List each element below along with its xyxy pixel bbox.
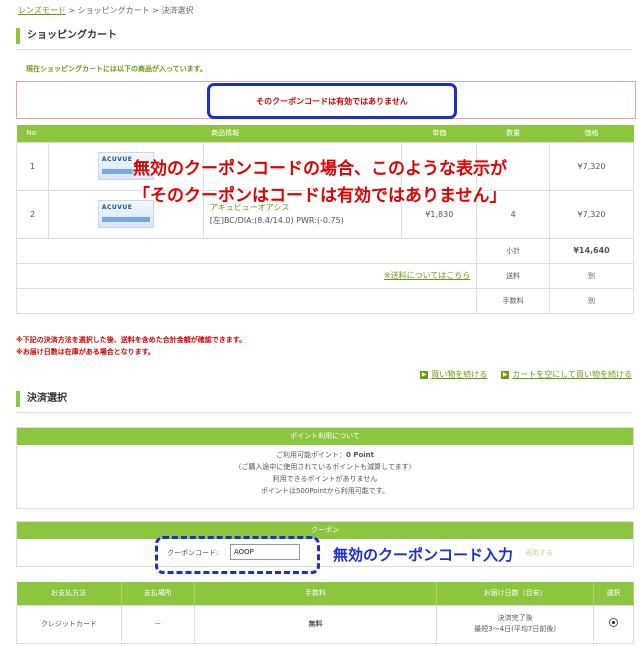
item-price: ¥7,320 [549, 141, 634, 191]
cart-table: No 商品情報 単価 数量 価格 1 ACUVUE ¥7,320 2 ACUVU… [15, 125, 634, 314]
title-divider [16, 49, 632, 50]
col-no: No [16, 125, 49, 142]
delivery-line: 最短3～4日(平均7日前後) [474, 625, 557, 633]
coupon-header: クーポン [17, 522, 633, 539]
error-message: そのクーポンコードは有効ではありません [207, 83, 457, 119]
points-available-label: ご利用可能ポイント： [276, 451, 346, 459]
empty-cart-link[interactable]: カートを空にして買い物を続ける [512, 369, 632, 380]
payment-radio[interactable] [609, 617, 619, 627]
col-method: お支払方法 [16, 582, 122, 605]
shipping-row: ※送料についてはこちら 送料 別 [15, 262, 634, 289]
points-note: （ご購入途中に使用されているポイントも減算してます） [234, 463, 416, 471]
points-header: ポイント利用について [17, 428, 633, 445]
points-note: 利用できるポイントがありません [272, 475, 378, 483]
breadcrumb: レンズモード > ショッピングカート > 決済選択 [18, 5, 193, 16]
breadcrumb-home[interactable]: レンズモード [18, 6, 66, 15]
payment-fee: 無料 [193, 604, 438, 644]
cart-header-row: No 商品情報 単価 数量 価格 [16, 125, 634, 142]
shipping-info-link[interactable]: ※送料についてはこちら [384, 271, 470, 280]
coupon-panel: クーポン クーポンコード: AOOP 適用する [16, 521, 634, 567]
item-price: ¥7,320 [549, 189, 634, 239]
breadcrumb-cart: ショッピングカート [77, 6, 150, 15]
payment-method-table: お支払方法 支払場所 手数料 お届け日数（目安） 選択 クレジットカード － 無… [16, 582, 634, 644]
subtotal-value: ¥14,640 [549, 237, 634, 264]
breadcrumb-separator: > [68, 6, 76, 15]
shipping-value: 別 [549, 262, 634, 289]
col-fee: 手数料 [194, 582, 438, 605]
fee-value: 別 [549, 287, 634, 314]
arrow-right-icon: ▶ [420, 370, 429, 379]
points-panel: ポイント利用について ご利用可能ポイント：0 Point （ご購入途中に使用され… [16, 427, 634, 509]
col-price: 価格 [549, 125, 634, 142]
col-select: 選択 [593, 582, 634, 605]
note-line: ※お届け日数は在庫がある場合となります。 [16, 348, 155, 356]
col-unit-price: 単価 [401, 125, 477, 142]
points-note: ポイントは500Pointから利用可能です。 [260, 487, 390, 495]
title-divider [16, 412, 632, 413]
delivery-line: 決済完了後 [497, 614, 533, 622]
note-line: ※下記の決済方法を選択した後、送料を含めた合計金額が確認できます。 [16, 336, 247, 344]
annotation-line-2: 「そのクーポンはコードは有効ではありません」 [133, 186, 507, 206]
arrow-right-icon: ▶ [501, 370, 510, 379]
payment-notes: ※下記の決済方法を選択した後、送料を含めた合計金額が確認できます。 ※お届け日数… [16, 334, 246, 358]
payment-header-row: お支払方法 支払場所 手数料 お届け日数（目安） 選択 [16, 582, 634, 605]
fee-label: 手数料 [476, 287, 551, 314]
product-spec: [左]BC/DIA:(8.4/14.0) PWR:(-0.75) [209, 216, 344, 225]
cart-title: ショッピングカート [16, 28, 117, 44]
annotation-dashed-box [155, 536, 320, 574]
col-delivery: お届け日数（目安） [436, 582, 595, 605]
cart-links: ▶ 買い物を続ける ▶ カートを空にして買い物を続ける [420, 369, 632, 380]
table-row[interactable]: クレジットカード － 無料 決済完了後 最短3～4日(平均7日前後) [16, 604, 634, 644]
col-product: 商品情報 [48, 125, 402, 142]
subtotal-label: 小計 [476, 237, 551, 264]
fee-row: 手数料 別 [15, 287, 634, 314]
cart-notice: 現在ショッピングカートには以下の商品が入っています。 [26, 65, 207, 73]
payment-place: － [120, 604, 195, 644]
breadcrumb-current: 決済選択 [161, 6, 194, 15]
subtotal-row: 小計 ¥14,640 [15, 237, 634, 264]
annotation-caption: 無効のクーポンコード入力 [333, 546, 514, 564]
item-no: 2 [16, 189, 49, 239]
payment-title: 決済選択 [16, 391, 67, 407]
coupon-apply-button[interactable]: 適用する [525, 548, 553, 558]
points-available-value: 0 Point [346, 451, 374, 459]
shipping-label: 送料 [476, 262, 551, 289]
annotation-line-1: 無効のクーポンコードの場合、このような表示が [133, 159, 507, 179]
item-no: 1 [16, 141, 49, 191]
breadcrumb-separator: > [152, 6, 159, 15]
continue-shopping-link[interactable]: 買い物を続ける [431, 369, 487, 380]
col-place: 支払場所 [121, 582, 195, 605]
annotation-note: 無効のクーポンコードの場合、このような表示が 「そのクーポンはコードは有効ではあ… [133, 156, 507, 210]
payment-method: クレジットカード [16, 604, 122, 644]
col-qty: 数量 [476, 125, 550, 142]
